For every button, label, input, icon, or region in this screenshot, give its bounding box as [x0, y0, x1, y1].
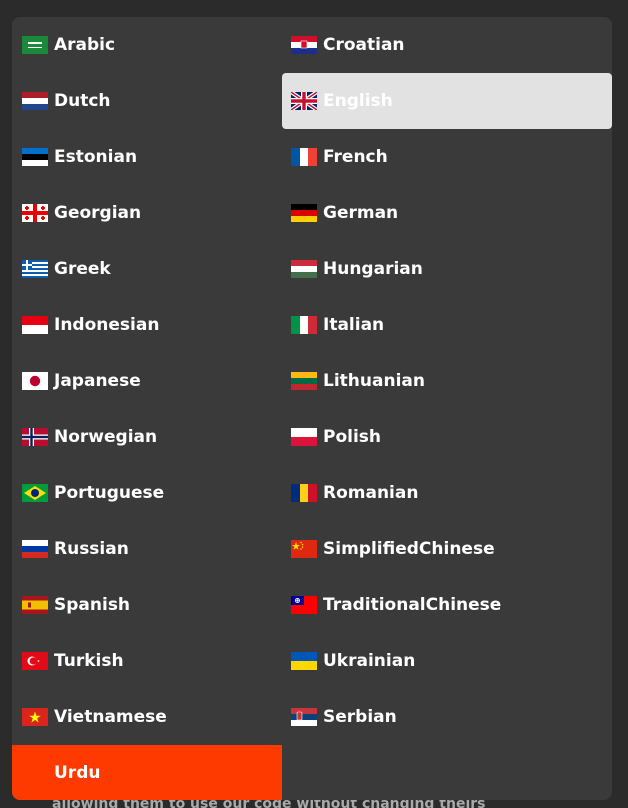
language-label: Lithuanian — [323, 371, 425, 391]
language-option-japanese[interactable]: Japanese — [12, 353, 282, 409]
language-option-romanian[interactable]: Romanian — [282, 465, 612, 521]
language-label: Russian — [54, 539, 129, 559]
greece-flag-icon — [22, 260, 48, 278]
germany-flag-icon — [291, 204, 317, 222]
language-label: Portuguese — [54, 483, 165, 503]
language-option-norwegian[interactable]: Norwegian — [12, 409, 282, 465]
language-option-simplified-chinese[interactable]: SimplifiedChinese — [282, 521, 612, 577]
language-label: Norwegian — [54, 427, 158, 447]
language-label: Ukrainian — [323, 651, 416, 671]
language-label: Dutch — [54, 91, 111, 111]
poland-flag-icon — [291, 428, 317, 446]
page: allowing them to use our code without ch… — [0, 0, 628, 808]
language-option-russian[interactable]: Russian — [12, 521, 282, 577]
language-label: Spanish — [54, 595, 131, 615]
norway-flag-icon — [22, 428, 48, 446]
language-option-english[interactable]: English — [282, 73, 612, 129]
language-option-spanish[interactable]: Spanish — [12, 577, 282, 633]
language-label: Urdu — [54, 763, 101, 783]
language-option-dutch[interactable]: Dutch — [12, 73, 282, 129]
estonia-flag-icon — [22, 148, 48, 166]
uk-flag-icon — [291, 92, 317, 110]
language-option-estonian[interactable]: Estonian — [12, 129, 282, 185]
language-option-greek[interactable]: Greek — [12, 241, 282, 297]
language-label: Estonian — [54, 147, 138, 167]
language-label: SimplifiedChinese — [323, 539, 495, 559]
croatia-flag-icon — [291, 36, 317, 54]
russia-flag-icon — [22, 540, 48, 558]
language-option-hungarian[interactable]: Hungarian — [282, 241, 612, 297]
lithuania-flag-icon — [291, 372, 317, 390]
language-label: Indonesian — [54, 315, 160, 335]
language-option-german[interactable]: German — [282, 185, 612, 241]
language-option-indonesian[interactable]: Indonesian — [12, 297, 282, 353]
language-label: Polish — [323, 427, 382, 447]
language-option-lithuanian[interactable]: Lithuanian — [282, 353, 612, 409]
japan-flag-icon — [22, 372, 48, 390]
language-label: Serbian — [323, 707, 397, 727]
language-option-portuguese[interactable]: Portuguese — [12, 465, 282, 521]
serbia-flag-icon — [291, 708, 317, 726]
language-label: Japanese — [54, 371, 141, 391]
language-option-polish[interactable]: Polish — [282, 409, 612, 465]
language-option-italian[interactable]: Italian — [282, 297, 612, 353]
language-option-french[interactable]: French — [282, 129, 612, 185]
hungary-flag-icon — [291, 260, 317, 278]
saudi-arabia-flag-icon — [22, 36, 48, 54]
turkey-flag-icon — [22, 652, 48, 670]
language-label: Croatian — [323, 35, 405, 55]
language-label: TraditionalChinese — [323, 595, 502, 615]
language-list: Arabic Croatian Dutch English Estonian F… — [12, 17, 612, 800]
language-label: Arabic — [54, 35, 116, 55]
language-label: German — [323, 203, 399, 223]
ukraine-flag-icon — [291, 652, 317, 670]
language-option-serbian[interactable]: Serbian — [282, 689, 612, 745]
language-label: Hungarian — [323, 259, 423, 279]
language-option-georgian[interactable]: Georgian — [12, 185, 282, 241]
language-label: Turkish — [54, 651, 124, 671]
language-label: French — [323, 147, 388, 167]
netherlands-flag-icon — [22, 92, 48, 110]
taiwan-flag-icon — [291, 596, 317, 614]
language-option-urdu[interactable]: Urdu — [12, 745, 282, 800]
language-label: Greek — [54, 259, 111, 279]
italy-flag-icon — [291, 316, 317, 334]
brazil-flag-icon — [22, 484, 48, 502]
language-dropdown-panel: Arabic Croatian Dutch English Estonian F… — [12, 17, 612, 800]
language-option-arabic[interactable]: Arabic — [12, 17, 282, 73]
language-label: Italian — [323, 315, 385, 335]
spain-flag-icon — [22, 596, 48, 614]
indonesia-flag-icon — [22, 316, 48, 334]
china-flag-icon — [291, 540, 317, 558]
language-option-turkish[interactable]: Turkish — [12, 633, 282, 689]
language-option-vietnamese[interactable]: Vietnamese — [12, 689, 282, 745]
language-label: Georgian — [54, 203, 142, 223]
language-label: English — [323, 91, 393, 111]
language-option-ukrainian[interactable]: Ukrainian — [282, 633, 612, 689]
france-flag-icon — [291, 148, 317, 166]
language-label: Romanian — [323, 483, 419, 503]
language-label: Vietnamese — [54, 707, 167, 727]
georgia-flag-icon — [22, 204, 48, 222]
romania-flag-icon — [291, 484, 317, 502]
language-option-traditional-chinese[interactable]: TraditionalChinese — [282, 577, 612, 633]
language-option-croatian[interactable]: Croatian — [282, 17, 612, 73]
vietnam-flag-icon — [22, 708, 48, 726]
